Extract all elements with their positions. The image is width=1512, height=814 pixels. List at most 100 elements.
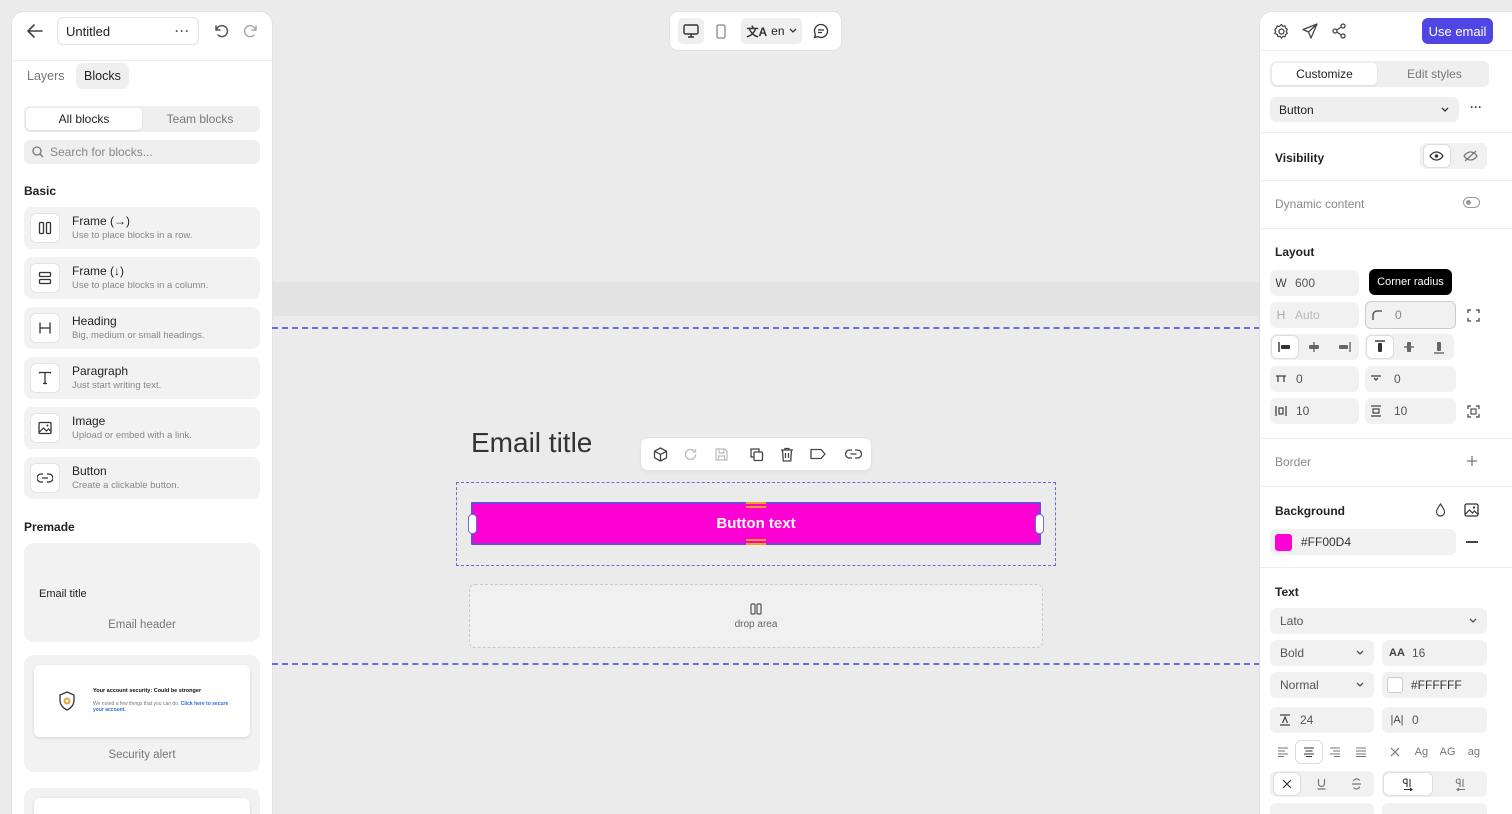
width-field[interactable]: W 600 [1270, 270, 1359, 296]
mobile-view-icon[interactable] [708, 18, 734, 44]
document-title-field[interactable]: Untitled ··· [57, 17, 199, 45]
align-right-icon[interactable] [1331, 336, 1357, 358]
save-icon[interactable] [710, 443, 732, 465]
email-title-heading[interactable]: Email title [471, 427, 592, 459]
more-icon[interactable]: ··· [175, 24, 190, 38]
block-image[interactable]: Image Upload or embed with a link. [24, 407, 260, 449]
text-align-group [1270, 739, 1374, 765]
align-left-icon[interactable] [1271, 336, 1298, 358]
block-heading[interactable]: Heading Big, medium or small headings. [24, 307, 260, 349]
spacing-field-b[interactable]: 0 [1365, 366, 1456, 392]
text-align-right-icon[interactable] [1322, 741, 1348, 763]
premade-email-header[interactable]: Email title Email header [24, 543, 260, 642]
font-style-select[interactable]: Normal [1270, 672, 1374, 698]
corner-radius-field[interactable]: 0 [1365, 301, 1456, 329]
filter-all-blocks[interactable]: All blocks [26, 108, 142, 130]
vertical-align-group [1365, 334, 1454, 360]
case-uppercase[interactable]: AG [1435, 741, 1461, 763]
droplet-icon[interactable] [1432, 502, 1448, 518]
tab-edit-styles[interactable]: Edit styles [1382, 63, 1487, 85]
tab-customize[interactable]: Customize [1272, 63, 1377, 85]
resize-handle-right[interactable] [1035, 514, 1044, 534]
block-button[interactable]: Button Create a clickable button. [24, 457, 260, 499]
more-icon[interactable]: ··· [1470, 100, 1482, 114]
add-border-icon[interactable] [1464, 453, 1480, 469]
spacing-value-a: 0 [1296, 372, 1303, 386]
text-align-left-icon[interactable] [1270, 741, 1296, 763]
block-search-input[interactable]: Search for blocks... [24, 140, 260, 164]
height-field[interactable]: H Auto [1270, 302, 1359, 328]
resize-handle-left[interactable] [468, 514, 477, 534]
ltr-icon[interactable] [1384, 773, 1433, 795]
text-icon [30, 363, 60, 393]
text-align-center-icon[interactable] [1296, 741, 1322, 763]
text-justify-icon[interactable] [1348, 741, 1374, 763]
block-frame-row[interactable]: Frame (→) Use to place blocks in a row. [24, 207, 260, 249]
block-paragraph[interactable]: Paragraph Just start writing text. [24, 357, 260, 399]
share-icon[interactable] [1329, 21, 1349, 41]
eye-icon[interactable] [1423, 145, 1450, 167]
refresh-icon[interactable] [679, 443, 701, 465]
gear-icon[interactable] [1271, 21, 1291, 41]
strikethrough-icon[interactable] [1344, 773, 1370, 795]
line-height-field[interactable]: 24 [1270, 707, 1374, 733]
eye-off-icon[interactable] [1457, 145, 1483, 167]
font-weight-select[interactable]: Bold [1270, 640, 1374, 666]
drop-area[interactable]: drop area [469, 584, 1043, 648]
image-icon[interactable] [1462, 501, 1480, 519]
text-decoration-group [1270, 771, 1374, 797]
padding-horizontal-field[interactable]: 10 [1270, 398, 1359, 424]
email-button-text[interactable]: Button text [716, 515, 795, 532]
undo-icon[interactable] [211, 21, 231, 41]
tab-blocks[interactable]: Blocks [76, 63, 129, 89]
expand-icon[interactable] [1464, 306, 1482, 324]
use-email-button[interactable]: Use email [1422, 18, 1493, 44]
font-size-field[interactable]: AA 16 [1382, 640, 1487, 666]
rtl-icon[interactable] [1437, 773, 1485, 795]
toggle-knob [1466, 200, 1471, 205]
heading-icon [30, 313, 60, 343]
padding-vertical-field[interactable]: 10 [1365, 398, 1456, 424]
duplicate-icon[interactable] [745, 443, 767, 465]
back-arrow-icon[interactable] [24, 21, 46, 41]
premade-security-alert[interactable]: Your account security: Could be stronger… [24, 655, 260, 772]
case-none-icon[interactable] [1382, 741, 1408, 763]
case-lowercase[interactable]: ag [1461, 741, 1487, 763]
padding-all-icon[interactable] [1464, 402, 1482, 420]
decoration-none-icon[interactable] [1274, 773, 1301, 795]
background-color-field[interactable]: #FF00D4 [1270, 529, 1456, 555]
tag-icon[interactable] [807, 443, 829, 465]
block-frame-column[interactable]: Frame (↓) Use to place blocks in a colum… [24, 257, 260, 299]
case-capitalize[interactable]: Ag [1408, 741, 1434, 763]
comment-icon[interactable] [808, 18, 834, 44]
font-select[interactable]: Lato [1270, 608, 1487, 634]
align-center-icon[interactable] [1301, 336, 1327, 358]
align-middle-icon[interactable] [1396, 336, 1422, 358]
premade-item[interactable] [24, 788, 260, 814]
drop-area-label: drop area [734, 618, 778, 630]
width-value: 600 [1295, 276, 1316, 290]
filter-team-blocks[interactable]: Team blocks [142, 108, 258, 130]
dynamic-content-toggle[interactable] [1463, 197, 1480, 208]
padding-handle-top[interactable] [746, 502, 766, 508]
visibility-toggle [1420, 143, 1487, 169]
align-bottom-icon[interactable] [1426, 336, 1452, 358]
padding-handle-bottom[interactable] [746, 539, 766, 545]
text-color-field[interactable]: #FFFFFF [1382, 672, 1487, 698]
tab-layers[interactable]: Layers [19, 63, 73, 89]
cube-icon[interactable] [649, 443, 671, 465]
underline-icon[interactable] [1309, 773, 1335, 795]
trash-icon[interactable] [776, 443, 798, 465]
element-type-value: Button [1279, 102, 1314, 117]
link-icon[interactable] [842, 443, 864, 465]
spacing-field-a[interactable]: 0 [1270, 366, 1359, 392]
element-type-select[interactable]: Button [1270, 97, 1459, 122]
remove-background-icon[interactable] [1466, 541, 1478, 543]
language-select[interactable]: 文A en [741, 18, 802, 44]
send-icon[interactable] [1300, 21, 1320, 41]
letter-spacing-field[interactable]: |A| 0 [1382, 707, 1487, 733]
document-title[interactable]: Untitled [66, 24, 110, 39]
redo-icon[interactable] [241, 21, 261, 41]
align-top-icon[interactable] [1366, 336, 1393, 358]
desktop-view-icon[interactable] [678, 18, 704, 44]
